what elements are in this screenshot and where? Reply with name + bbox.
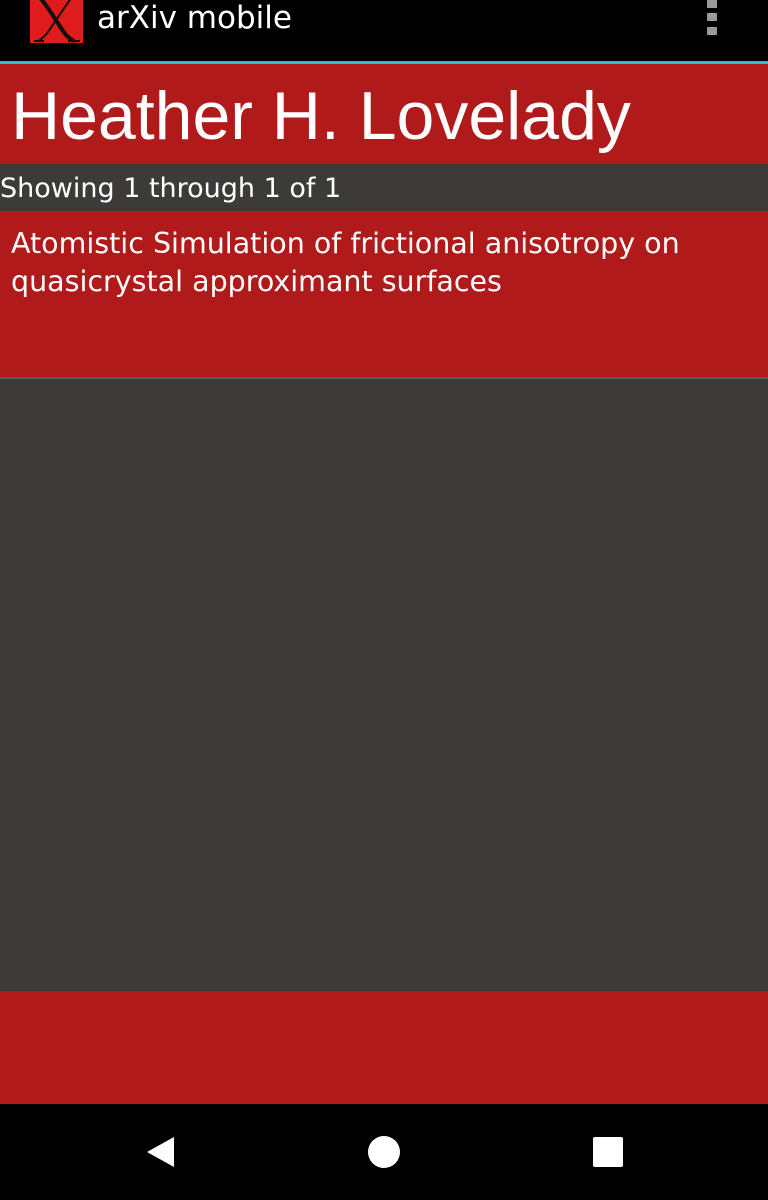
bottom-band	[0, 991, 768, 1104]
more-vert-icon	[707, 13, 717, 21]
list-item[interactable]: Atomistic Simulation of frictional aniso…	[0, 211, 768, 379]
more-vert-icon	[707, 0, 717, 8]
recents-square-icon	[593, 1137, 623, 1167]
home-button[interactable]	[360, 1128, 408, 1176]
app-title: arXiv mobile	[97, 0, 292, 36]
results-count-text: Showing 1 through 1 of 1	[0, 173, 342, 204]
home-circle-icon	[368, 1136, 400, 1168]
action-bar: arXiv mobile	[0, 0, 768, 61]
author-name: Heather H. Lovelady	[11, 78, 631, 154]
overflow-menu-button[interactable]	[696, 0, 728, 42]
system-nav-bar	[0, 1104, 768, 1200]
arxiv-app-screen: arXiv mobile Heather H. Lovelady Showing…	[0, 0, 768, 1200]
paper-title: Atomistic Simulation of frictional aniso…	[11, 227, 680, 298]
more-vert-icon	[707, 27, 717, 35]
back-button[interactable]	[137, 1128, 185, 1176]
back-triangle-icon	[147, 1137, 174, 1167]
results-count-strip: Showing 1 through 1 of 1	[0, 164, 768, 211]
arxiv-logo-icon[interactable]	[30, 0, 83, 43]
author-header: Heather H. Lovelady	[0, 64, 768, 164]
recents-button[interactable]	[584, 1128, 632, 1176]
